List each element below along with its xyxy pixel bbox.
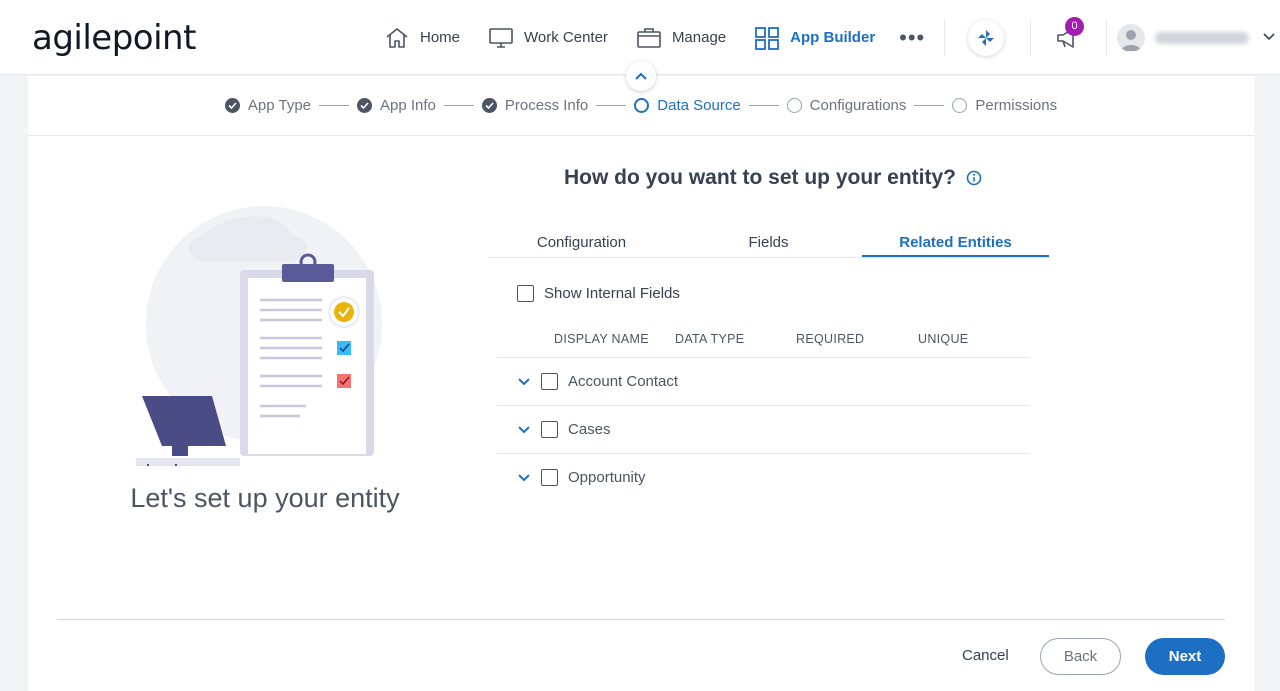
show-internal-fields-checkbox[interactable] — [517, 285, 534, 302]
avatar[interactable] — [1117, 24, 1145, 52]
nav-manage[interactable]: Manage — [636, 26, 726, 50]
nav-work-center-label: Work Center — [524, 29, 608, 46]
left-panel-title: Let's set up your entity — [130, 483, 400, 513]
tab-related-entities[interactable]: Related Entities — [862, 226, 1049, 257]
nav-home-label: Home — [420, 29, 461, 46]
step-label: Process Info — [504, 97, 589, 114]
nav-home[interactable]: Home — [384, 26, 460, 50]
clipboard-illustration — [136, 206, 382, 466]
header-divider — [1030, 20, 1031, 56]
cancel-button[interactable]: Cancel — [962, 647, 1009, 664]
show-internal-fields-label: Show Internal Fields — [544, 285, 680, 302]
empty-circle-icon — [952, 98, 968, 113]
home-icon — [386, 27, 408, 48]
monitor-icon — [489, 27, 513, 48]
next-button[interactable]: Next — [1145, 638, 1225, 675]
check-circle-icon — [357, 98, 373, 113]
chevron-down-icon[interactable] — [1262, 30, 1276, 44]
step-label: App Type — [247, 97, 312, 114]
tab-configuration[interactable]: Configuration — [488, 226, 675, 257]
step-label: Permissions — [975, 97, 1058, 114]
collapse-header-button[interactable] — [626, 61, 656, 91]
main-nav: Home Work Center Manage App Builder ••• — [384, 0, 925, 75]
step-connector — [748, 105, 779, 106]
chevron-down-icon[interactable] — [517, 375, 531, 389]
row-checkbox[interactable] — [541, 469, 558, 486]
entity-name: Cases — [568, 421, 611, 438]
table-row: Account Contact — [497, 357, 1030, 405]
info-icon[interactable] — [966, 170, 982, 186]
entity-name: Opportunity — [568, 469, 646, 486]
column-header-display-name: DISPLAY NAME — [554, 332, 649, 346]
step-configurations[interactable]: Configurations — [786, 97, 907, 114]
step-label: App Info — [380, 97, 436, 114]
related-entities-table: Account Contact Cases Opportunity — [497, 357, 1030, 501]
back-button[interactable]: Back — [1040, 638, 1121, 675]
current-step-circle-icon — [634, 98, 650, 113]
column-header-unique: UNIQUE — [918, 332, 969, 346]
row-checkbox[interactable] — [541, 373, 558, 390]
step-connector — [443, 105, 474, 106]
column-header-required: REQUIRED — [796, 332, 865, 346]
step-connector — [914, 105, 945, 106]
row-checkbox[interactable] — [541, 421, 558, 438]
table-row: Opportunity — [497, 453, 1030, 501]
tab-fields[interactable]: Fields — [675, 226, 862, 257]
wizard-panel: App Type App Info Process Info Data Sour… — [28, 76, 1254, 691]
table-row: Cases — [497, 405, 1030, 453]
step-process-info[interactable]: Process Info — [481, 97, 589, 114]
user-icon — [1121, 30, 1141, 51]
nav-app-builder[interactable]: App Builder — [754, 26, 875, 50]
header-divider — [1106, 20, 1107, 56]
notification-badge: 0 — [1065, 17, 1084, 36]
entity-name: Account Contact — [568, 373, 679, 390]
step-app-type[interactable]: App Type — [224, 97, 312, 114]
step-connector — [319, 105, 350, 106]
question-text: How do you want to set up your entity? — [564, 166, 956, 189]
entity-setup-tabs: Configuration Fields Related Entities — [488, 226, 1051, 258]
chevron-up-icon — [635, 72, 647, 80]
pinwheel-icon — [978, 30, 994, 46]
user-name-blurred[interactable] — [1155, 32, 1249, 44]
empty-circle-icon — [786, 98, 802, 113]
step-label: Configurations — [809, 97, 907, 114]
check-circle-icon — [481, 98, 497, 113]
nav-app-builder-label: App Builder — [790, 29, 876, 46]
nav-manage-label: Manage — [671, 29, 727, 46]
chevron-down-icon[interactable] — [517, 471, 531, 485]
step-permissions[interactable]: Permissions — [952, 97, 1057, 114]
grid-icon — [755, 26, 780, 50]
footer-divider — [57, 619, 1225, 620]
step-app-info[interactable]: App Info — [357, 97, 436, 114]
page-title: How do you want to set up your entity? — [564, 166, 982, 190]
ai-assistant-button[interactable] — [968, 20, 1004, 56]
step-label: Data Source — [657, 97, 741, 114]
more-icon[interactable]: ••• — [899, 25, 925, 51]
header-divider — [944, 20, 945, 56]
column-header-data-type: DATA TYPE — [675, 332, 745, 346]
agilepoint-logo[interactable]: agilepoint — [32, 18, 196, 58]
step-connector — [596, 105, 627, 106]
nav-work-center[interactable]: Work Center — [488, 26, 608, 50]
briefcase-icon — [637, 27, 661, 48]
chevron-down-icon[interactable] — [517, 423, 531, 437]
step-data-source[interactable]: Data Source — [634, 97, 741, 114]
check-circle-icon — [224, 98, 240, 113]
show-internal-fields-option[interactable]: Show Internal Fields — [517, 285, 680, 302]
